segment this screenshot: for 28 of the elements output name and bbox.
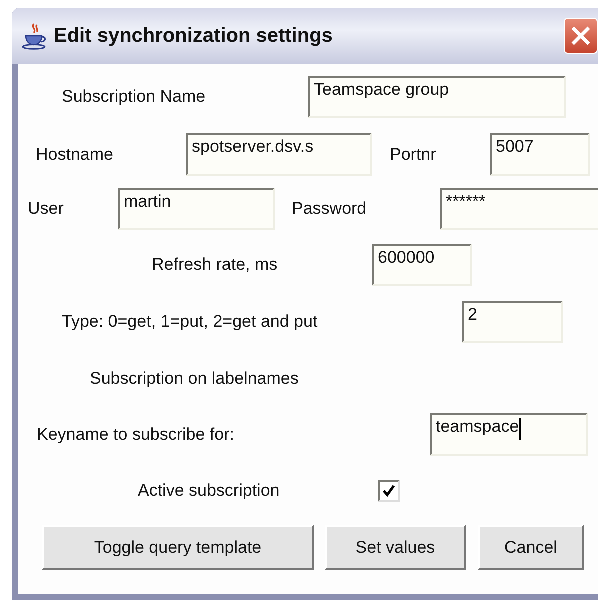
text-field[interactable]: martin xyxy=(118,188,275,230)
dialog-button[interactable]: Toggle query template xyxy=(42,525,314,570)
field-label: Subscription Name xyxy=(62,87,206,106)
field-label: User xyxy=(28,199,64,218)
section-heading: Subscription on labelnames xyxy=(90,369,299,389)
text-field[interactable]: Teamspace group xyxy=(308,76,566,118)
field-label: Hostname xyxy=(36,144,114,164)
text-field[interactable]: 600000 xyxy=(372,244,472,286)
text-field[interactable]: teamspace xyxy=(430,413,588,456)
checkbox-label: Active subscription xyxy=(138,481,280,500)
checkbox[interactable] xyxy=(378,480,400,502)
text-field[interactable]: spotserver.dsv.s xyxy=(186,133,372,176)
text-cursor xyxy=(519,418,522,440)
text-field[interactable]: ****** xyxy=(440,188,598,230)
dialog-button[interactable]: Cancel xyxy=(478,525,584,570)
field-label: Portnr xyxy=(390,144,436,164)
close-icon xyxy=(570,25,592,47)
text-field[interactable]: 2 xyxy=(462,301,563,343)
text-field[interactable]: 5007 xyxy=(490,133,590,176)
coffee-cup-icon xyxy=(22,22,48,50)
window-title: Edit synchronization settings xyxy=(54,24,333,48)
field-label: Refresh rate, ms xyxy=(152,255,278,274)
field-label: Type: 0=get, 1=put, 2=get and put xyxy=(62,312,318,331)
dialog-button[interactable]: Set values xyxy=(325,525,466,570)
field-label: Password xyxy=(292,199,367,218)
close-button[interactable] xyxy=(564,18,598,54)
check-icon xyxy=(382,484,396,498)
field-label: Keyname to subscribe for: xyxy=(37,424,234,444)
